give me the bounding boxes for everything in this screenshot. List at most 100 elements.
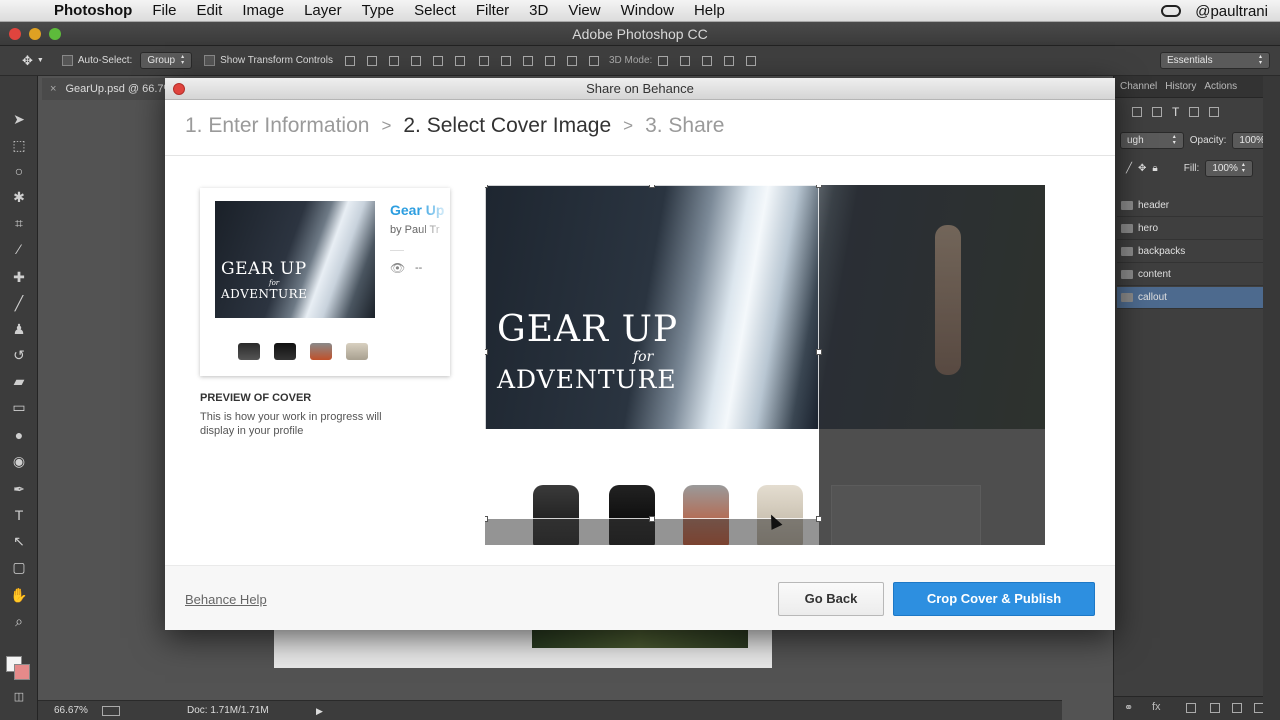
- tool-preset-arrow-icon[interactable]: ▼: [37, 57, 44, 64]
- move-tool-icon[interactable]: ✥: [22, 53, 33, 69]
- 3d-pan-icon[interactable]: [702, 55, 713, 66]
- align-left-icon[interactable]: [410, 55, 421, 66]
- history-brush-tool-icon[interactable]: ↺: [10, 346, 28, 364]
- close-dialog-icon[interactable]: [173, 83, 185, 95]
- crop-tool-icon[interactable]: ⌗: [10, 214, 28, 232]
- adjustment-layer-icon[interactable]: [1210, 703, 1220, 713]
- align-vcenter-icon[interactable]: [366, 55, 377, 66]
- filter-pixel-icon[interactable]: [1132, 107, 1142, 117]
- crop-handle-middle-right[interactable]: [816, 349, 822, 355]
- filter-shape-icon[interactable]: [1189, 107, 1200, 117]
- new-group-icon[interactable]: [1232, 703, 1242, 713]
- align-bottom-icon[interactable]: [388, 55, 399, 66]
- layer-effects-icon[interactable]: fx: [1152, 701, 1161, 713]
- auto-select-dropdown[interactable]: Group: [140, 52, 193, 69]
- dodge-tool-icon[interactable]: ◉: [10, 452, 28, 470]
- menu-help[interactable]: Help: [684, 2, 735, 19]
- distribute-top-icon[interactable]: [478, 55, 489, 66]
- gradient-tool-icon[interactable]: ▭: [10, 398, 28, 416]
- filter-type-icon[interactable]: T: [1172, 105, 1179, 119]
- go-back-button[interactable]: Go Back: [778, 582, 884, 616]
- zoom-level[interactable]: 66.67%: [54, 701, 88, 720]
- crop-handle-bottom-left[interactable]: [485, 516, 488, 522]
- workspace-dropdown[interactable]: Essentials: [1160, 52, 1270, 69]
- lock-all-icon[interactable]: 🔒︎: [1152, 163, 1157, 174]
- close-window-icon[interactable]: [9, 28, 21, 40]
- menu-window[interactable]: Window: [611, 2, 684, 19]
- healing-brush-tool-icon[interactable]: ✚: [10, 268, 28, 286]
- crop-handle-bottom-center[interactable]: [649, 516, 655, 522]
- link-layers-icon[interactable]: ⚭: [1124, 701, 1133, 714]
- align-top-icon[interactable]: [344, 55, 355, 66]
- status-preview-icon[interactable]: [102, 706, 120, 716]
- add-mask-icon[interactable]: [1186, 703, 1196, 713]
- eyedropper-tool-icon[interactable]: ⁄: [10, 240, 28, 258]
- distribute-hcenter-icon[interactable]: [566, 55, 577, 66]
- quick-select-tool-icon[interactable]: ✱: [10, 188, 28, 206]
- crop-selection-box[interactable]: [485, 185, 819, 519]
- auto-select-checkbox[interactable]: [61, 55, 73, 66]
- status-menu-arrow-icon[interactable]: ▶: [316, 701, 323, 720]
- align-right-icon[interactable]: [454, 55, 465, 66]
- user-name[interactable]: @paultrani: [1195, 3, 1268, 20]
- layer-row-content[interactable]: content: [1117, 264, 1264, 286]
- path-select-tool-icon[interactable]: ↖: [10, 532, 28, 550]
- menu-layer[interactable]: Layer: [294, 2, 352, 19]
- 3d-slide-icon[interactable]: [724, 55, 735, 66]
- lock-position-icon[interactable]: ✥: [1138, 163, 1146, 174]
- zoom-tool-icon[interactable]: ⌕: [10, 612, 28, 630]
- quick-mask-icon[interactable]: ◫: [10, 688, 28, 706]
- menu-edit[interactable]: Edit: [187, 2, 233, 19]
- layer-row-hero[interactable]: hero: [1117, 218, 1264, 240]
- menu-type[interactable]: Type: [352, 2, 405, 19]
- tab-actions[interactable]: Actions: [1200, 81, 1241, 92]
- document-tab[interactable]: × GearUp.psd @ 66.7%: [42, 78, 172, 100]
- distribute-bottom-icon[interactable]: [522, 55, 533, 66]
- align-hcenter-icon[interactable]: [432, 55, 443, 66]
- layer-row-header[interactable]: header: [1117, 195, 1264, 217]
- crop-cover-publish-button[interactable]: Crop Cover & Publish: [893, 582, 1095, 616]
- background-color-swatch[interactable]: [14, 664, 30, 680]
- zoom-window-icon[interactable]: [49, 28, 61, 40]
- menu-app-photoshop[interactable]: Photoshop: [52, 2, 142, 19]
- marquee-tool-icon[interactable]: ⬚: [10, 136, 28, 154]
- tab-channels[interactable]: Channel: [1116, 81, 1161, 92]
- behance-help-link[interactable]: Behance Help: [185, 592, 267, 607]
- layer-row-backpacks[interactable]: backpacks: [1117, 241, 1264, 263]
- filter-smart-object-icon[interactable]: [1209, 107, 1220, 117]
- menu-3d[interactable]: 3D: [519, 2, 558, 19]
- 3d-scale-icon[interactable]: [746, 55, 757, 66]
- minimize-window-icon[interactable]: [29, 28, 41, 40]
- blend-mode-dropdown[interactable]: ugh: [1120, 131, 1184, 149]
- hand-tool-icon[interactable]: ✋: [10, 586, 28, 604]
- menu-select[interactable]: Select: [404, 2, 466, 19]
- crop-handle-bottom-right[interactable]: [816, 516, 822, 522]
- crop-handle-top-left[interactable]: [485, 185, 488, 188]
- show-transform-checkbox[interactable]: [204, 55, 216, 66]
- blur-tool-icon[interactable]: ●: [10, 426, 28, 444]
- clone-stamp-tool-icon[interactable]: ♟: [10, 320, 28, 338]
- tab-history[interactable]: History: [1161, 81, 1200, 92]
- distribute-vcenter-icon[interactable]: [500, 55, 511, 66]
- menu-filter[interactable]: Filter: [466, 2, 519, 19]
- 3d-roll-icon[interactable]: [680, 55, 691, 66]
- pen-tool-icon[interactable]: ✒: [10, 480, 28, 498]
- menu-view[interactable]: View: [558, 2, 610, 19]
- crop-handle-middle-left[interactable]: [485, 349, 488, 355]
- move-tool-icon[interactable]: ➤: [10, 110, 28, 128]
- lock-pixels-icon[interactable]: ╱: [1126, 163, 1132, 174]
- cover-crop-area[interactable]: GEAR UP for ADVENTURE: [485, 185, 1045, 545]
- layer-row-callout[interactable]: callout: [1117, 287, 1264, 309]
- lasso-tool-icon[interactable]: ○: [10, 162, 28, 180]
- distribute-left-icon[interactable]: [544, 55, 555, 66]
- distribute-right-icon[interactable]: [588, 55, 599, 66]
- shape-tool-icon[interactable]: ▢: [10, 558, 28, 576]
- filter-adjustment-icon[interactable]: [1152, 107, 1162, 117]
- close-tab-icon[interactable]: ×: [50, 83, 56, 95]
- eraser-tool-icon[interactable]: ▰: [10, 372, 28, 390]
- menu-image[interactable]: Image: [232, 2, 294, 19]
- creative-cloud-icon[interactable]: [1161, 5, 1182, 17]
- panel-scrollbar[interactable]: [1263, 76, 1280, 720]
- fill-field[interactable]: 100%: [1205, 159, 1253, 177]
- crop-handle-top-right[interactable]: [816, 185, 822, 188]
